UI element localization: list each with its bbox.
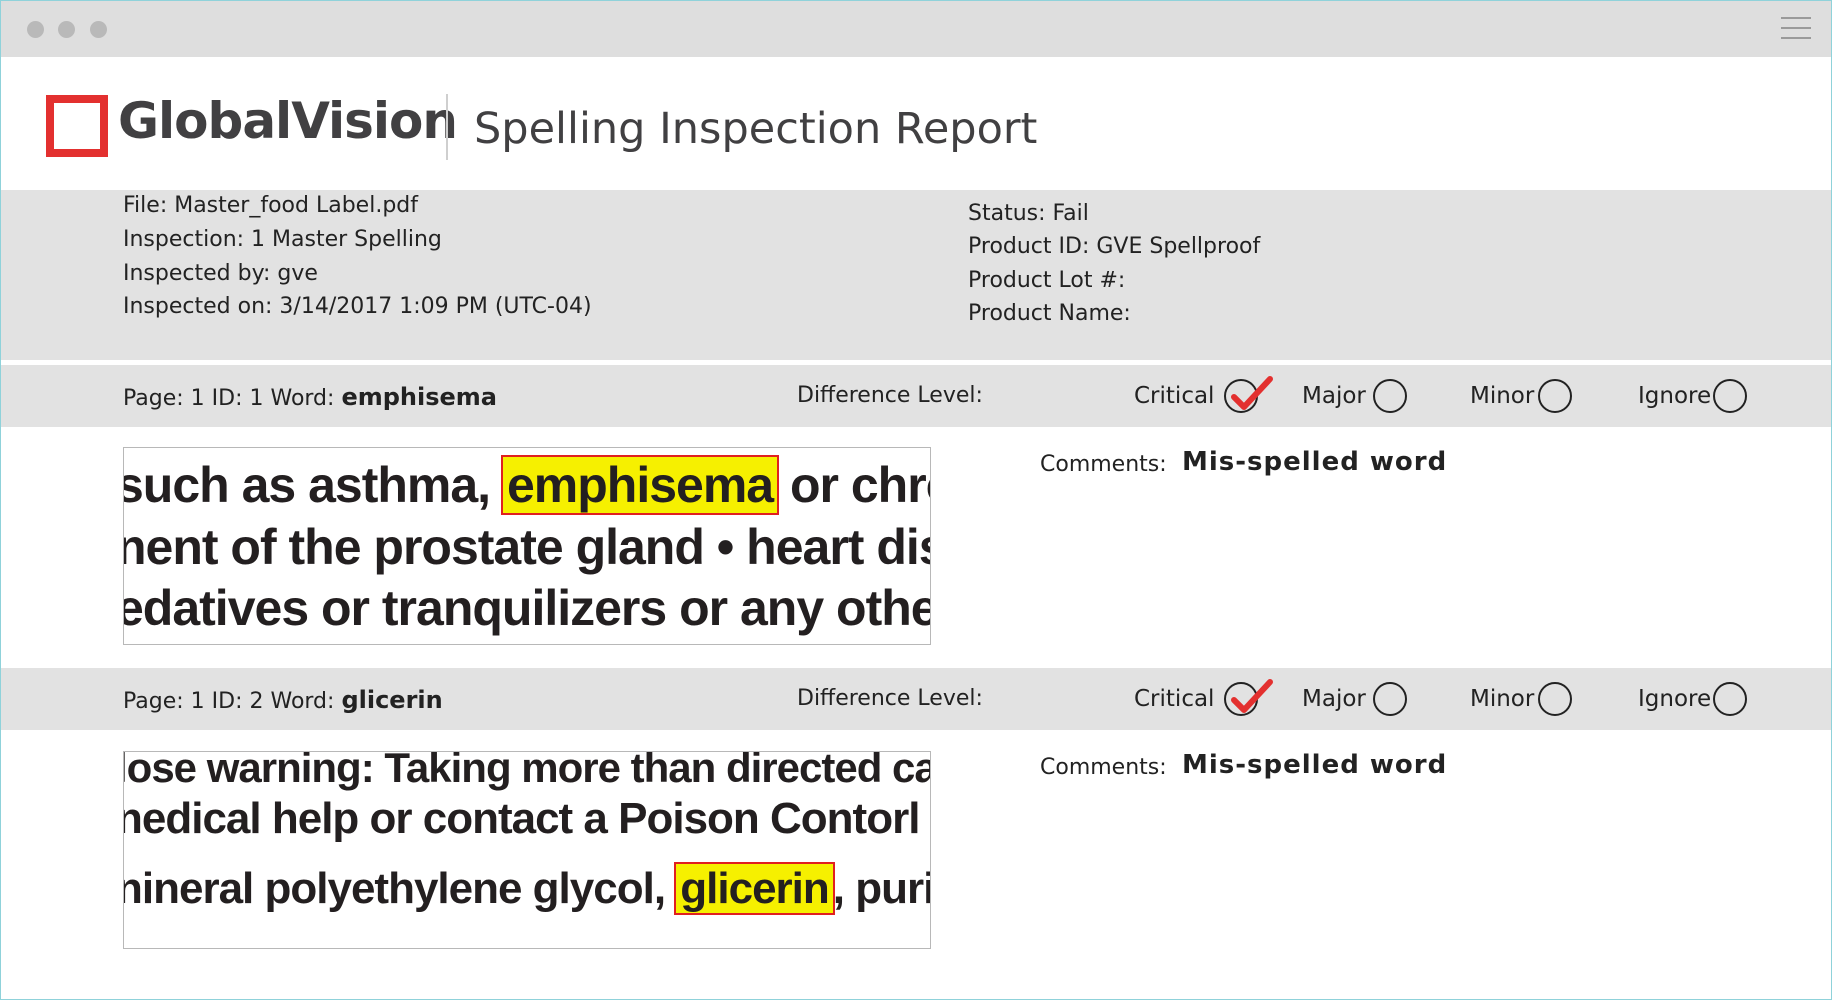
level-critical-label: Critical bbox=[1134, 383, 1215, 409]
info-product-id: Product ID: GVE Spellproof bbox=[968, 234, 1261, 259]
info-file: File: Master_food Label.pdf bbox=[123, 193, 418, 218]
level-major-label: Major bbox=[1302, 383, 1366, 409]
level-critical-label: Critical bbox=[1134, 686, 1215, 712]
level-minor-label: Minor bbox=[1470, 383, 1535, 409]
comments-label: Comments: bbox=[1040, 755, 1167, 780]
window-maximize-dot[interactable] bbox=[90, 21, 107, 38]
snippet-line: nedical help or contact a Poison Contorl… bbox=[123, 794, 930, 843]
globalvision-logo-icon bbox=[46, 95, 108, 157]
report-title: Spelling Inspection Report bbox=[474, 104, 1038, 154]
snippet-image-2: lose warning: Taking more than directed … bbox=[123, 751, 931, 949]
difference-level-label: Difference Level: bbox=[797, 686, 983, 711]
level-ignore-radio[interactable] bbox=[1713, 682, 1747, 716]
level-critical-radio[interactable] bbox=[1224, 376, 1273, 413]
level-major-label: Major bbox=[1302, 686, 1366, 712]
info-inspected-by: Inspected by: gve bbox=[123, 261, 318, 286]
info-status: Status: Fail bbox=[968, 201, 1089, 226]
snippet-line: such as asthma, emphisema or chronic bbox=[123, 455, 930, 515]
info-product-lot: Product Lot #: bbox=[968, 268, 1126, 293]
level-critical-radio[interactable] bbox=[1224, 679, 1273, 716]
comment-text: Mis-spelled word bbox=[1182, 750, 1448, 780]
snippet-line: nineral polyethylene glycol, glicerin, p… bbox=[123, 862, 931, 915]
info-inspection: Inspection: 1 Master Spelling bbox=[123, 227, 442, 252]
record-header-2: Page: 1 ID: 2 Word: glicerin Difference … bbox=[1, 668, 1831, 730]
record-header-1: Page: 1 ID: 1 Word: emphisema Difference… bbox=[1, 365, 1831, 427]
checkmark-icon bbox=[1231, 679, 1273, 713]
window-minimize-dot[interactable] bbox=[58, 21, 75, 38]
record-word: emphisema bbox=[341, 383, 497, 411]
level-minor-radio[interactable] bbox=[1538, 379, 1572, 413]
level-minor-radio[interactable] bbox=[1538, 682, 1572, 716]
level-major-radio[interactable] bbox=[1373, 682, 1407, 716]
misspelled-word-highlight: emphisema bbox=[500, 455, 780, 515]
snippet-line: nent of the prostate gland • heart disea… bbox=[123, 519, 930, 575]
level-ignore-radio[interactable] bbox=[1713, 379, 1747, 413]
record-location: Page: 1 ID: 1 Word: emphisema bbox=[123, 383, 497, 411]
comments-label: Comments: bbox=[1040, 452, 1167, 477]
level-minor-label: Minor bbox=[1470, 686, 1535, 712]
difference-level-label: Difference Level: bbox=[797, 383, 983, 408]
snippet-line: lose warning: Taking more than directed … bbox=[123, 751, 930, 791]
brand-name: GlobalVision bbox=[118, 92, 458, 150]
header-divider bbox=[446, 94, 448, 160]
window-close-dot[interactable] bbox=[27, 21, 44, 38]
inspection-info-panel: File: Master_food Label.pdf Inspection: … bbox=[1, 190, 1831, 360]
info-inspected-on: Inspected on: 3/14/2017 1:09 PM (UTC-04) bbox=[123, 294, 592, 319]
snippet-image-1: such as asthma, emphisema or chronic nen… bbox=[123, 447, 931, 645]
comment-text: Mis-spelled word bbox=[1182, 447, 1448, 477]
info-product-name: Product Name: bbox=[968, 301, 1131, 326]
misspelled-word-highlight: glicerin bbox=[674, 862, 835, 915]
record-location: Page: 1 ID: 2 Word: glicerin bbox=[123, 686, 443, 714]
hamburger-menu-icon[interactable] bbox=[1781, 17, 1811, 41]
snippet-line: edatives or tranquilizers or any other bbox=[123, 580, 931, 636]
level-major-radio[interactable] bbox=[1373, 379, 1407, 413]
window-titlebar bbox=[1, 1, 1831, 57]
level-ignore-label: Ignore bbox=[1638, 686, 1712, 712]
checkmark-icon bbox=[1231, 376, 1273, 410]
record-word: glicerin bbox=[341, 686, 443, 714]
level-ignore-label: Ignore bbox=[1638, 383, 1712, 409]
